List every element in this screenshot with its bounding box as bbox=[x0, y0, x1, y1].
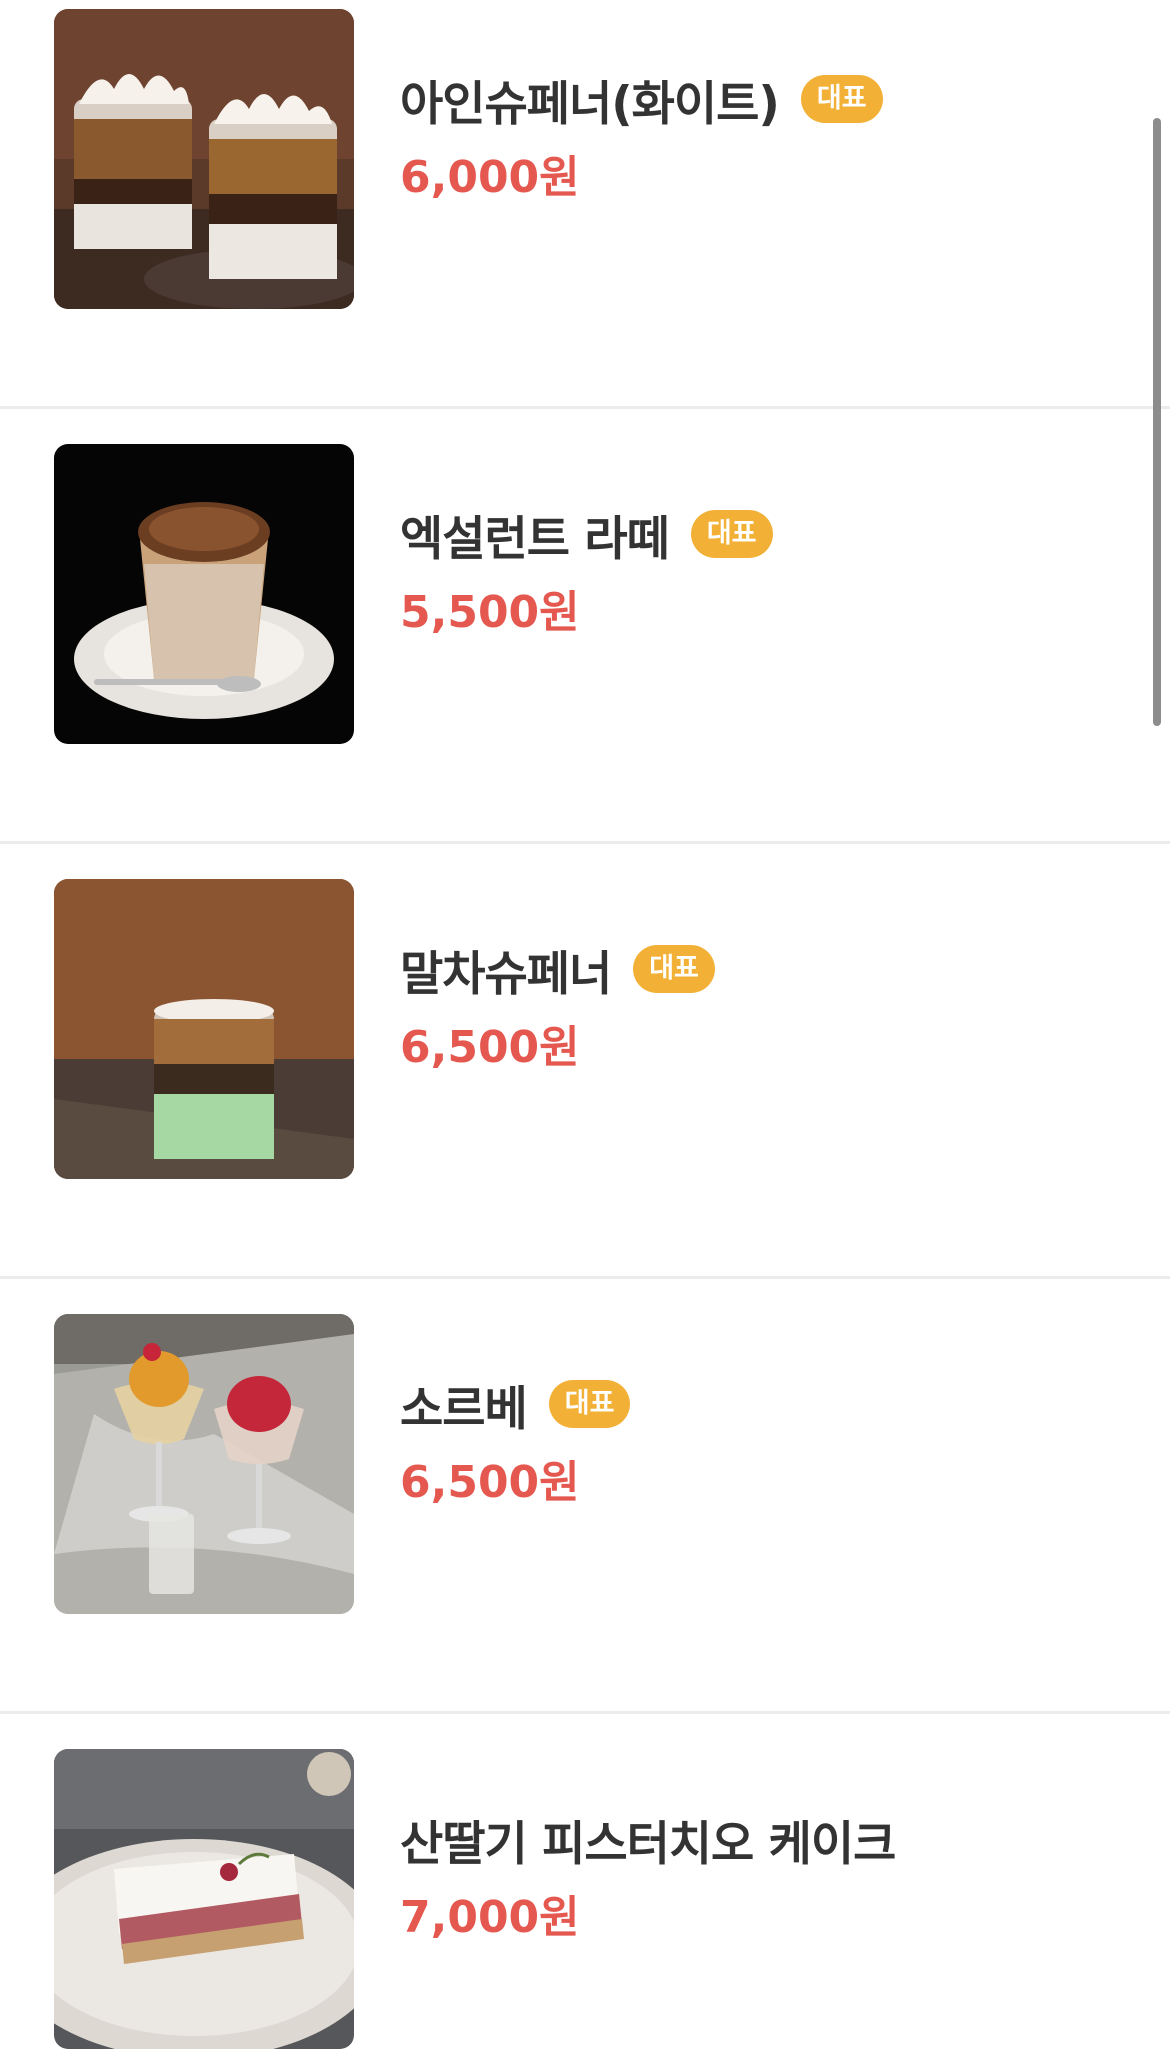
menu-item-image bbox=[54, 1749, 354, 2049]
menu-item-price: 6,500원 bbox=[400, 1457, 580, 1508]
menu-item[interactable]: 산딸기 피스터치오 케이크 7,000원 bbox=[0, 1714, 1170, 2049]
menu-item-price: 6,000원 bbox=[400, 152, 580, 203]
menu-item-name: 산딸기 피스터치오 케이크 bbox=[400, 1816, 896, 1872]
menu-item[interactable]: 아인슈페너(화이트) 대표 6,000원 bbox=[0, 0, 1170, 409]
title-row: 소르베 대표 bbox=[400, 1374, 631, 1437]
menu-item-image bbox=[54, 879, 354, 1179]
menu-item[interactable]: 말차슈페너 대표 6,500원 bbox=[0, 844, 1170, 1279]
title-row: 엑설런트 라떼 대표 bbox=[400, 504, 773, 567]
signature-badge: 대표 bbox=[548, 1380, 631, 1428]
menu-item-price: 5,500원 bbox=[400, 587, 580, 638]
title-row: 말차슈페너 대표 bbox=[400, 939, 715, 1002]
menu-item[interactable]: 엑설런트 라떼 대표 5,500원 bbox=[0, 409, 1170, 844]
title-row: 아인슈페너(화이트) 대표 bbox=[400, 69, 883, 132]
menu-item[interactable]: 소르베 대표 6,500원 bbox=[0, 1279, 1170, 1714]
menu-item-info: 아인슈페너(화이트) 대표 6,000원 bbox=[400, 69, 883, 205]
menu-item-price: 7,000원 bbox=[400, 1892, 580, 1943]
signature-badge: 대표 bbox=[690, 510, 773, 558]
title-row: 산딸기 피스터치오 케이크 bbox=[400, 1809, 896, 1872]
menu-item-name: 소르베 bbox=[400, 1381, 528, 1437]
vertical-scrollbar[interactable] bbox=[1153, 118, 1161, 726]
menu-list: 아인슈페너(화이트) 대표 6,000원 엑설런트 라떼 대표 5,500원 말… bbox=[0, 0, 1170, 2049]
menu-item-name: 말차슈페너 bbox=[400, 946, 612, 1002]
menu-item-info: 소르베 대표 6,500원 bbox=[400, 1374, 631, 1510]
menu-item-price: 6,500원 bbox=[400, 1022, 580, 1073]
menu-item-image bbox=[54, 9, 354, 309]
menu-item-info: 산딸기 피스터치오 케이크 7,000원 bbox=[400, 1809, 896, 1945]
menu-item-image bbox=[54, 444, 354, 744]
menu-item-info: 말차슈페너 대표 6,500원 bbox=[400, 939, 715, 1075]
menu-item-info: 엑설런트 라떼 대표 5,500원 bbox=[400, 504, 773, 640]
menu-item-image bbox=[54, 1314, 354, 1614]
signature-badge: 대표 bbox=[800, 75, 883, 123]
menu-item-name: 엑설런트 라떼 bbox=[400, 511, 670, 567]
menu-item-name: 아인슈페너(화이트) bbox=[400, 76, 780, 132]
signature-badge: 대표 bbox=[633, 945, 715, 993]
